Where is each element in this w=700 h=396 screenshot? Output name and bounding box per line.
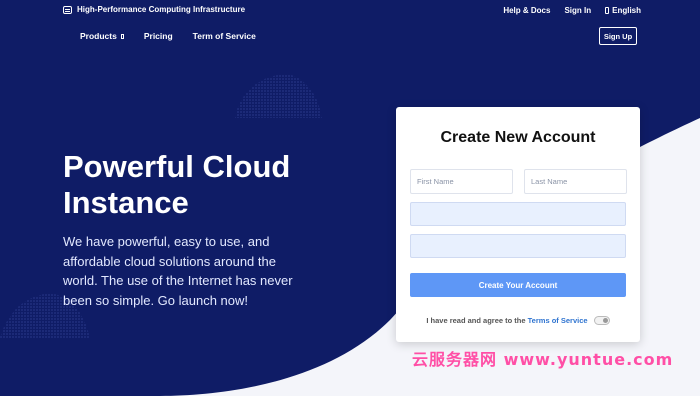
password-field[interactable] <box>410 234 626 258</box>
signup-card: Create New Account First Name Last Name … <box>396 107 640 342</box>
hero-title-line-1: Powerful Cloud <box>63 149 291 184</box>
help-docs-link[interactable]: Help & Docs <box>503 6 550 15</box>
server-icon <box>63 5 72 14</box>
hero-title: Powerful Cloud Instance <box>63 149 363 221</box>
watermark: 云服务器网 www.yuntue.com <box>412 350 674 369</box>
agree-text: I have read and agree to the <box>426 316 526 325</box>
language-selector[interactable]: English <box>605 6 641 15</box>
email-field[interactable] <box>410 202 626 226</box>
hero-description: We have powerful, easy to use, and affor… <box>63 234 293 308</box>
brand[interactable]: High-Performance Computing Infrastructur… <box>63 5 245 14</box>
dropdown-icon <box>120 34 124 39</box>
nav-products[interactable]: Products <box>80 31 124 41</box>
brand-name: High-Performance Computing Infrastructur… <box>77 5 246 14</box>
toggle-off-icon[interactable] <box>593 316 610 325</box>
terms-agreement: I have read and agree to the Terms of Se… <box>396 316 640 325</box>
create-account-button[interactable]: Create Your Account <box>410 273 626 297</box>
last-name-field[interactable]: Last Name <box>524 169 627 194</box>
language-label: English <box>612 6 641 15</box>
signup-title: Create New Account <box>440 129 596 146</box>
top-bar: High-Performance Computing Infrastructur… <box>0 0 700 24</box>
first-name-field[interactable]: First Name <box>410 169 513 194</box>
nav-terms[interactable]: Term of Service <box>193 31 256 41</box>
sign-up-button[interactable]: Sign Up <box>599 27 637 45</box>
globe-icon <box>605 7 610 14</box>
top-links: Help & Docs Sign In English <box>503 6 641 15</box>
main-nav: Products Pricing Term of Service <box>80 31 256 41</box>
terms-of-service-link[interactable]: Terms of Service <box>528 316 588 325</box>
sign-in-link[interactable]: Sign In <box>564 6 591 15</box>
nav-pricing[interactable]: Pricing <box>144 31 173 41</box>
hero-title-line-2: Instance <box>63 185 189 220</box>
nav-products-label: Products <box>80 31 117 41</box>
